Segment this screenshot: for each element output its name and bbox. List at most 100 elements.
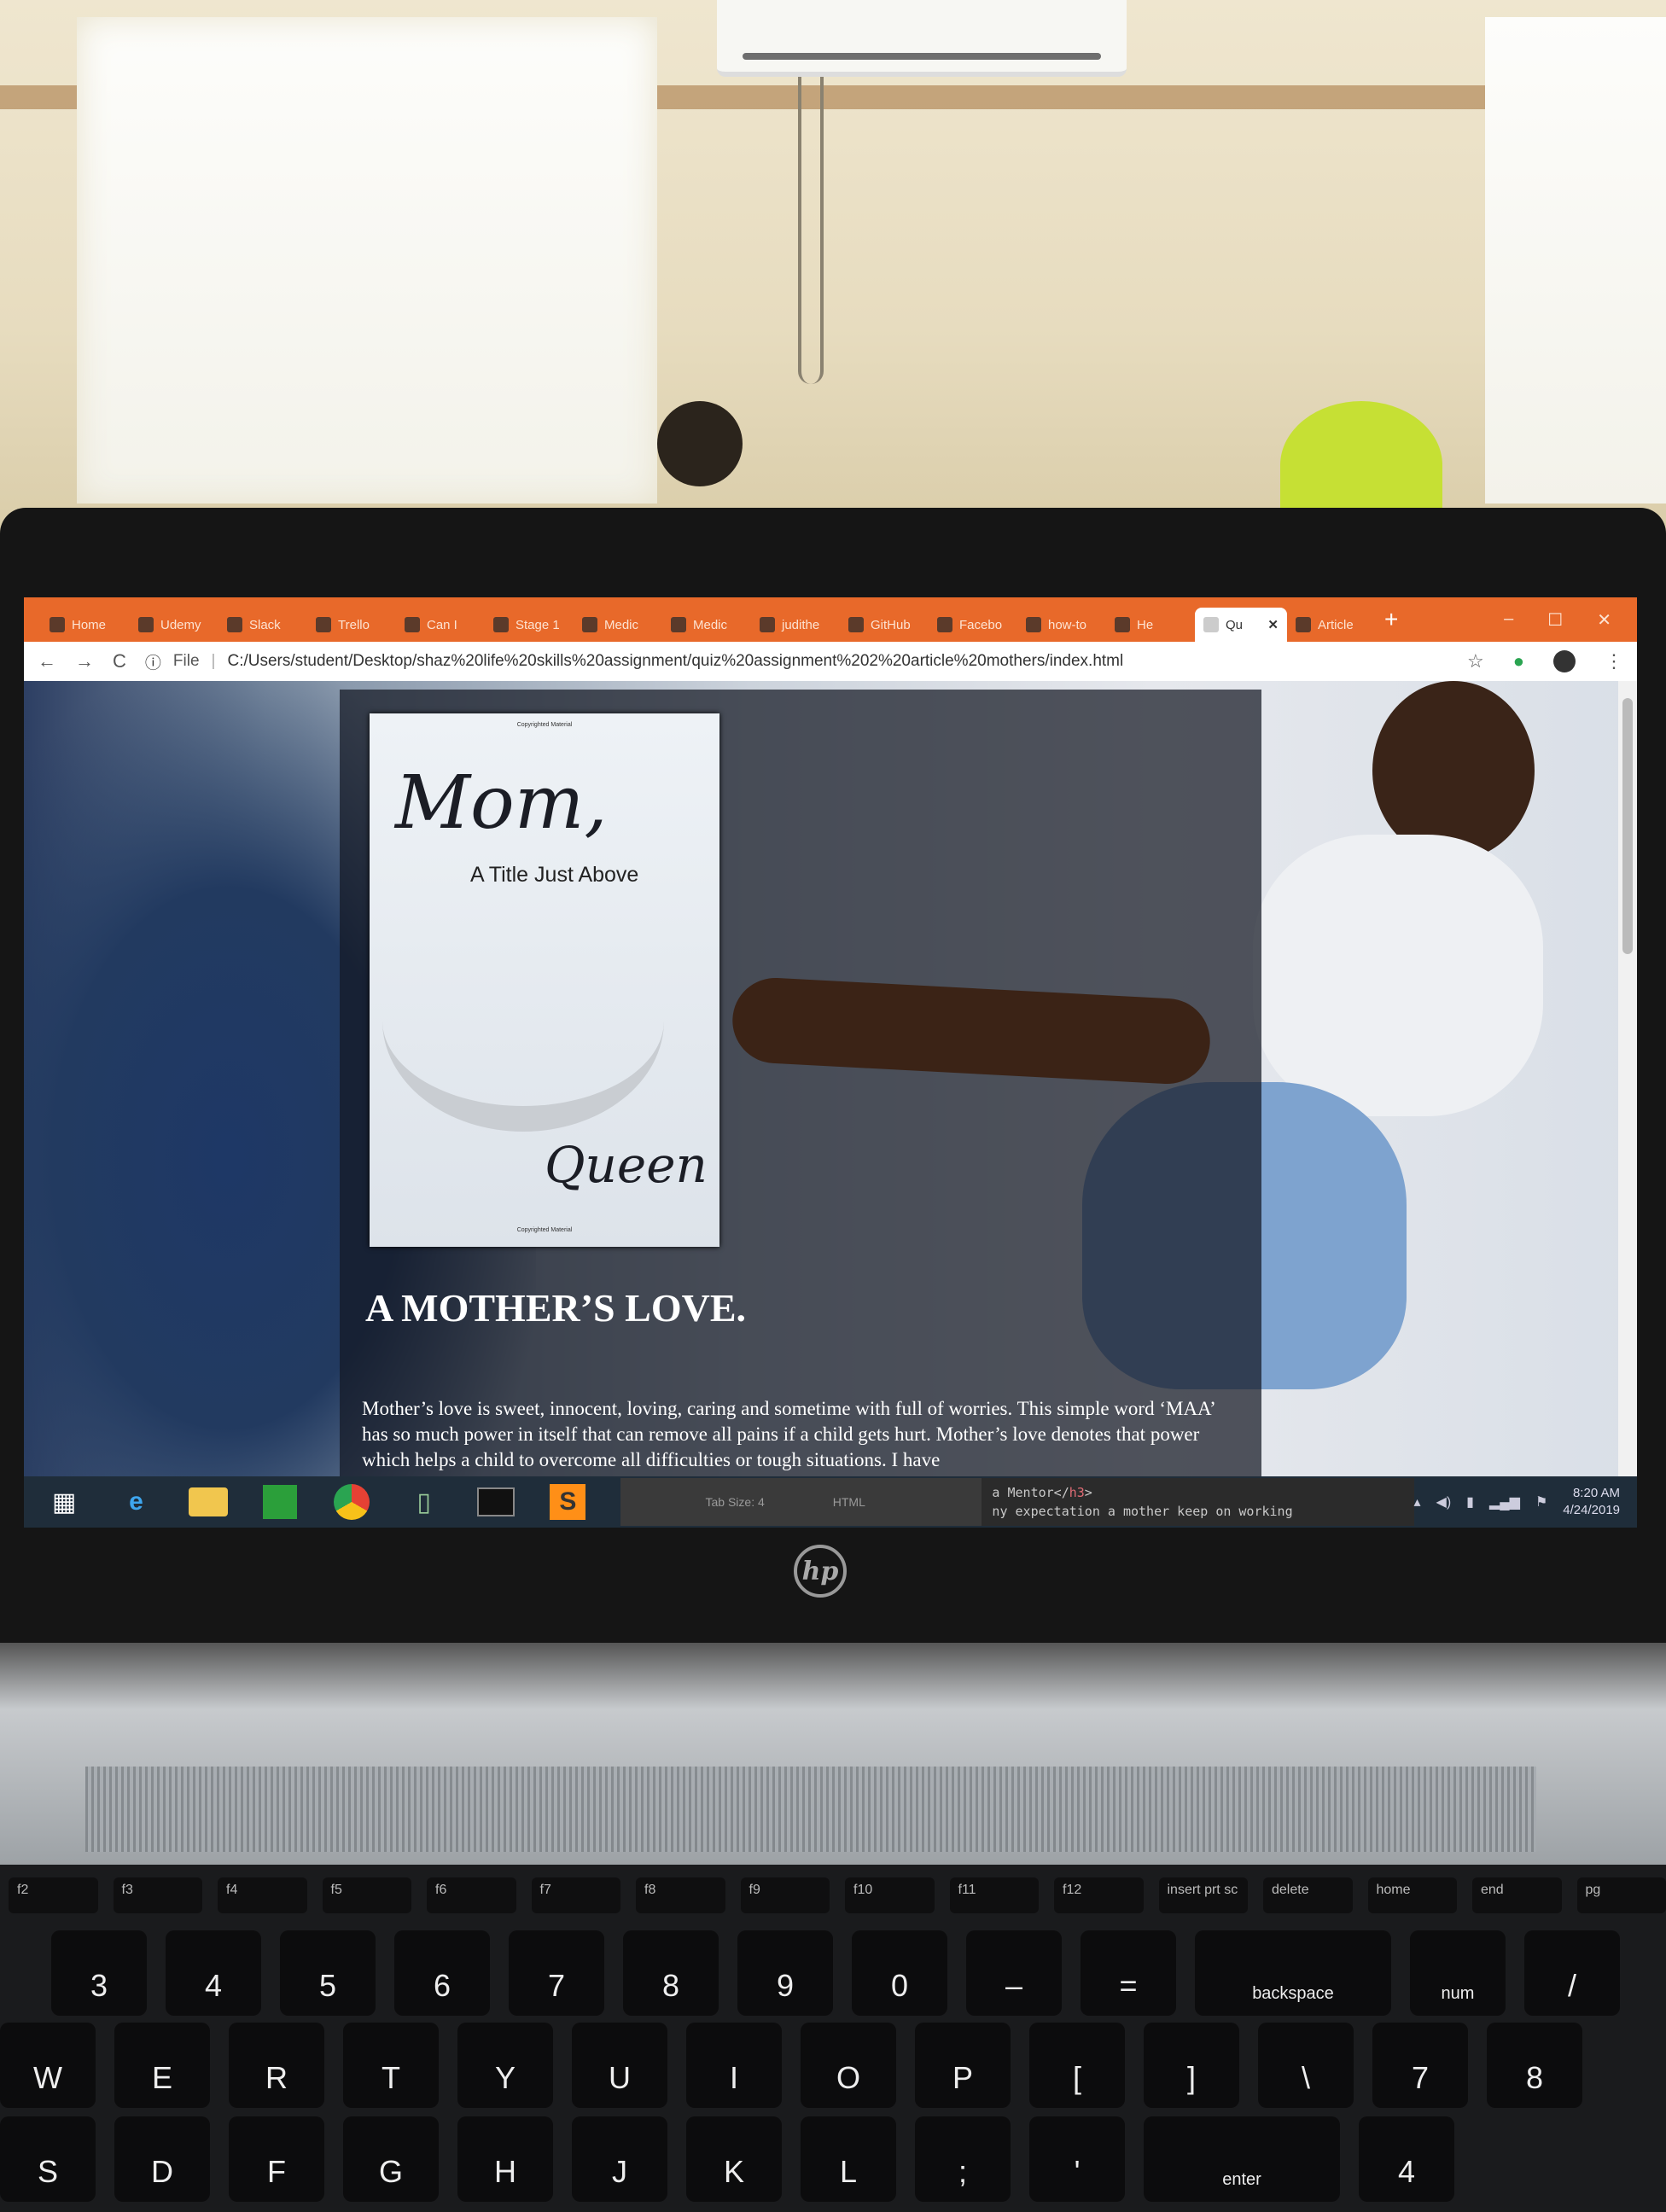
scrollbar-thumb[interactable]	[1622, 698, 1633, 954]
key-e[interactable]: E	[114, 2023, 210, 2108]
key-insert[interactable]: insert prt sc	[1158, 1877, 1248, 1913]
flag-icon[interactable]: ⚑	[1535, 1493, 1547, 1511]
tab-9[interactable]: GitHub	[840, 608, 929, 642]
url-text[interactable]: C:/Users/student/Desktop/shaz%20life%20s…	[227, 652, 1123, 671]
close-window-button[interactable]: ✕	[1597, 609, 1611, 631]
extension-icon[interactable]: ●	[1513, 650, 1524, 672]
key-8[interactable]: 8	[623, 1930, 719, 2016]
command-prompt-icon[interactable]	[464, 1479, 527, 1525]
syntax-label[interactable]: HTML	[833, 1495, 865, 1509]
tab-8[interactable]: judithe	[751, 608, 840, 642]
key-f4[interactable]: f4	[218, 1877, 307, 1913]
minimize-button[interactable]: –	[1504, 609, 1513, 631]
store-icon[interactable]	[248, 1479, 312, 1525]
forward-button[interactable]: →	[75, 650, 94, 672]
key-g[interactable]: G	[343, 2116, 439, 2202]
volume-icon[interactable]: ◀)	[1436, 1493, 1452, 1511]
tab-0[interactable]: Home	[41, 608, 130, 642]
battery-icon[interactable]: ▮	[1466, 1493, 1474, 1511]
start-button[interactable]: ▦	[32, 1479, 96, 1525]
key-backslash[interactable]: \	[1258, 2023, 1354, 2108]
key-6[interactable]: 6	[394, 1930, 490, 2016]
tab-7[interactable]: Medic	[662, 608, 751, 642]
key-j[interactable]: J	[572, 2116, 667, 2202]
key-quote[interactable]: '	[1029, 2116, 1125, 2202]
key-enter[interactable]: enter	[1144, 2116, 1340, 2202]
tab-6[interactable]: Medic	[574, 608, 662, 642]
profile-avatar[interactable]	[1553, 650, 1576, 672]
key-f[interactable]: F	[229, 2116, 324, 2202]
clock[interactable]: 8:20 AM 4/24/2019	[1563, 1485, 1620, 1519]
key-num4[interactable]: 4	[1359, 2116, 1454, 2202]
key-k[interactable]: K	[686, 2116, 782, 2202]
key-4[interactable]: 4	[166, 1930, 261, 2016]
tab-14[interactable]: Article	[1287, 608, 1376, 642]
key-semicolon[interactable]: ;	[915, 2116, 1011, 2202]
page-scrollbar[interactable]	[1618, 681, 1637, 1476]
key-t[interactable]: T	[343, 2023, 439, 2108]
key-pgup[interactable]: pg	[1576, 1877, 1666, 1913]
close-tab-icon[interactable]: ✕	[1267, 617, 1279, 632]
file-explorer-icon[interactable]	[177, 1479, 240, 1525]
reload-button[interactable]: C	[113, 650, 126, 672]
tab-12[interactable]: He	[1106, 608, 1195, 642]
key-o[interactable]: O	[801, 2023, 896, 2108]
key-i[interactable]: I	[686, 2023, 782, 2108]
key-u[interactable]: U	[572, 2023, 667, 2108]
key-p[interactable]: P	[915, 2023, 1011, 2108]
key-f12[interactable]: f12	[1054, 1877, 1144, 1913]
key-h[interactable]: H	[457, 2116, 553, 2202]
key-f5[interactable]: f5	[322, 1877, 411, 1913]
key-9[interactable]: 9	[737, 1930, 833, 2016]
key-equals[interactable]: =	[1081, 1930, 1176, 2016]
key-f11[interactable]: f11	[949, 1877, 1039, 1913]
key-left-bracket[interactable]: [	[1029, 2023, 1125, 2108]
tab-2[interactable]: Slack	[218, 608, 307, 642]
key-right-bracket[interactable]: ]	[1144, 2023, 1239, 2108]
key-r[interactable]: R	[229, 2023, 324, 2108]
tab-1[interactable]: Udemy	[130, 608, 218, 642]
address-bar[interactable]: ⓘ File | C:/Users/student/Desktop/shaz%2…	[145, 650, 1448, 673]
sublime-text-icon[interactable]: S	[536, 1479, 599, 1525]
tab-10[interactable]: Facebo	[929, 608, 1017, 642]
key-d[interactable]: D	[114, 2116, 210, 2202]
key-y[interactable]: Y	[457, 2023, 553, 2108]
tab-11[interactable]: how-to	[1017, 608, 1106, 642]
key-w[interactable]: W	[0, 2023, 96, 2108]
info-icon[interactable]: ⓘ	[145, 650, 161, 673]
key-backspace[interactable]: backspace	[1195, 1930, 1391, 2016]
key-f6[interactable]: f6	[427, 1877, 516, 1913]
tab-5[interactable]: Stage 1	[485, 608, 574, 642]
key-7[interactable]: 7	[509, 1930, 604, 2016]
tab-13-active[interactable]: Qu ✕	[1195, 608, 1287, 642]
key-f2[interactable]: f2	[9, 1877, 98, 1913]
key-f9[interactable]: f9	[740, 1877, 830, 1913]
key-num8[interactable]: 8	[1487, 2023, 1582, 2108]
back-button[interactable]: ←	[38, 650, 56, 672]
new-tab-button[interactable]: +	[1384, 606, 1398, 633]
chevron-up-icon[interactable]: ▴	[1414, 1493, 1421, 1511]
key-f7[interactable]: f7	[531, 1877, 620, 1913]
key-num7[interactable]: 7	[1372, 2023, 1468, 2108]
key-5[interactable]: 5	[280, 1930, 376, 2016]
key-minus[interactable]: –	[966, 1930, 1062, 2016]
maximize-button[interactable]: ☐	[1547, 609, 1563, 631]
key-0[interactable]: 0	[852, 1930, 947, 2016]
bookmark-star-icon[interactable]: ☆	[1467, 650, 1484, 672]
key-l[interactable]: L	[801, 2116, 896, 2202]
menu-icon[interactable]: ⋮	[1605, 650, 1623, 672]
tab-4[interactable]: Can I	[396, 608, 485, 642]
tab-3[interactable]: Trello	[307, 608, 396, 642]
tab-size-label[interactable]: Tab Size: 4	[706, 1495, 765, 1509]
key-f3[interactable]: f3	[113, 1877, 202, 1913]
internet-explorer-icon[interactable]: e	[104, 1479, 167, 1525]
key-3[interactable]: 3	[51, 1930, 147, 2016]
key-s[interactable]: S	[0, 2116, 96, 2202]
notepad-icon[interactable]: ▯	[393, 1479, 456, 1525]
key-num[interactable]: num	[1410, 1930, 1506, 2016]
key-f8[interactable]: f8	[636, 1877, 725, 1913]
wifi-icon[interactable]: ▂▄▆	[1489, 1493, 1520, 1511]
key-f10[interactable]: f10	[845, 1877, 935, 1913]
chrome-icon[interactable]	[320, 1479, 383, 1525]
key-home[interactable]: home	[1367, 1877, 1457, 1913]
